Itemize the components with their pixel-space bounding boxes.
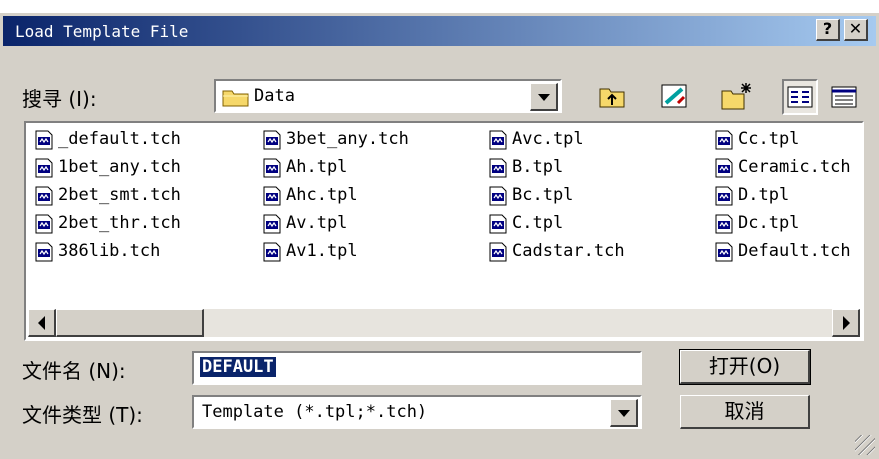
- template-file-icon: [489, 214, 507, 234]
- file-name: Ceramic.tch: [738, 157, 851, 177]
- file-name-input[interactable]: DEFAULT: [192, 351, 642, 385]
- template-file-icon: [715, 186, 733, 206]
- title-bar[interactable]: Load Template File ? ✕: [3, 16, 876, 46]
- list-view-button[interactable]: [782, 79, 818, 115]
- desktop-icon: [661, 84, 687, 108]
- file-name: _default.tch: [58, 129, 181, 149]
- folder-icon: [222, 90, 249, 107]
- template-file-icon: [715, 242, 733, 262]
- template-file-icon: [715, 130, 733, 150]
- open-button[interactable]: 打开(O): [679, 349, 811, 385]
- template-file-icon: [35, 242, 53, 262]
- list-view-icon: [787, 86, 813, 108]
- file-name: Cadstar.tch: [512, 241, 625, 261]
- template-file-icon: [263, 130, 281, 150]
- template-file-icon: [489, 242, 507, 262]
- details-view-icon: [831, 86, 857, 108]
- up-folder-icon: [599, 88, 625, 108]
- scroll-left-button[interactable]: [28, 309, 56, 337]
- template-file-icon: [263, 158, 281, 178]
- file-name: 386lib.tch: [58, 241, 161, 261]
- template-file-icon: [715, 158, 733, 178]
- desktop-button[interactable]: [656, 79, 692, 115]
- file-name: 2bet_thr.tch: [58, 213, 181, 233]
- horizontal-scrollbar[interactable]: [28, 309, 860, 337]
- template-file-icon: [489, 130, 507, 150]
- file-type-value: Template (*.tpl;*.tch): [202, 402, 428, 422]
- file-name: Bc.tpl: [512, 185, 574, 205]
- look-in-combo[interactable]: Data: [214, 79, 562, 113]
- scrollbar-thumb[interactable]: [56, 309, 204, 337]
- file-name: Ah.tpl: [286, 157, 348, 177]
- file-name: Ahc.tpl: [286, 185, 358, 205]
- look-in-label: 搜寻 (I):: [22, 87, 97, 111]
- arrow-left-icon: [38, 316, 45, 330]
- load-template-dialog: Load Template File ? ✕ 搜寻 (I): Data _def…: [0, 13, 879, 459]
- new-folder-icon: [721, 83, 751, 110]
- template-file-icon: [489, 158, 507, 178]
- file-list[interactable]: _default.tch 1bet_any.tch 2bet_smt.tch 2bet…: [24, 121, 864, 341]
- file-type-combo[interactable]: Template (*.tpl;*.tch): [192, 395, 642, 429]
- arrow-right-icon: [843, 316, 850, 330]
- close-button[interactable]: ✕: [844, 19, 868, 41]
- file-name: C.tpl: [512, 213, 564, 233]
- help-button[interactable]: ?: [816, 19, 840, 41]
- template-file-icon: [35, 186, 53, 206]
- cropped-caption: [0, 0, 879, 13]
- template-file-icon: [715, 214, 733, 234]
- template-file-icon: [263, 186, 281, 206]
- file-type-dropdown-button[interactable]: [610, 399, 638, 427]
- file-name: 2bet_smt.tch: [58, 185, 181, 205]
- details-view-button[interactable]: [826, 79, 862, 115]
- file-name: Av.tpl: [286, 213, 348, 233]
- scroll-right-button[interactable]: [832, 309, 860, 337]
- file-name: 1bet_any.tch: [58, 157, 181, 177]
- cancel-button[interactable]: 取消: [680, 395, 810, 429]
- look-in-value: Data: [254, 86, 295, 106]
- file-name: Cc.tpl: [738, 129, 800, 149]
- template-file-icon: [35, 214, 53, 234]
- new-folder-button[interactable]: [718, 79, 754, 115]
- resize-grip[interactable]: [855, 435, 875, 455]
- file-name: Avc.tpl: [512, 129, 584, 149]
- look-in-dropdown-button[interactable]: [530, 83, 558, 111]
- file-name: Av1.tpl: [286, 241, 358, 261]
- file-name-value: DEFAULT: [200, 357, 276, 377]
- template-file-icon: [35, 130, 53, 150]
- template-file-icon: [489, 186, 507, 206]
- template-file-icon: [263, 214, 281, 234]
- file-type-label: 文件类型 (T):: [22, 403, 143, 427]
- file-name: 3bet_any.tch: [286, 129, 409, 149]
- file-name-label: 文件名 (N):: [22, 359, 126, 383]
- file-name: D.tpl: [738, 185, 790, 205]
- file-name: Default.tch: [738, 241, 851, 261]
- file-name: Dc.tpl: [738, 213, 800, 233]
- file-name: B.tpl: [512, 157, 564, 177]
- window-title: Load Template File: [15, 22, 189, 41]
- template-file-icon: [263, 242, 281, 262]
- up-folder-button[interactable]: [594, 79, 630, 115]
- template-file-icon: [35, 158, 53, 178]
